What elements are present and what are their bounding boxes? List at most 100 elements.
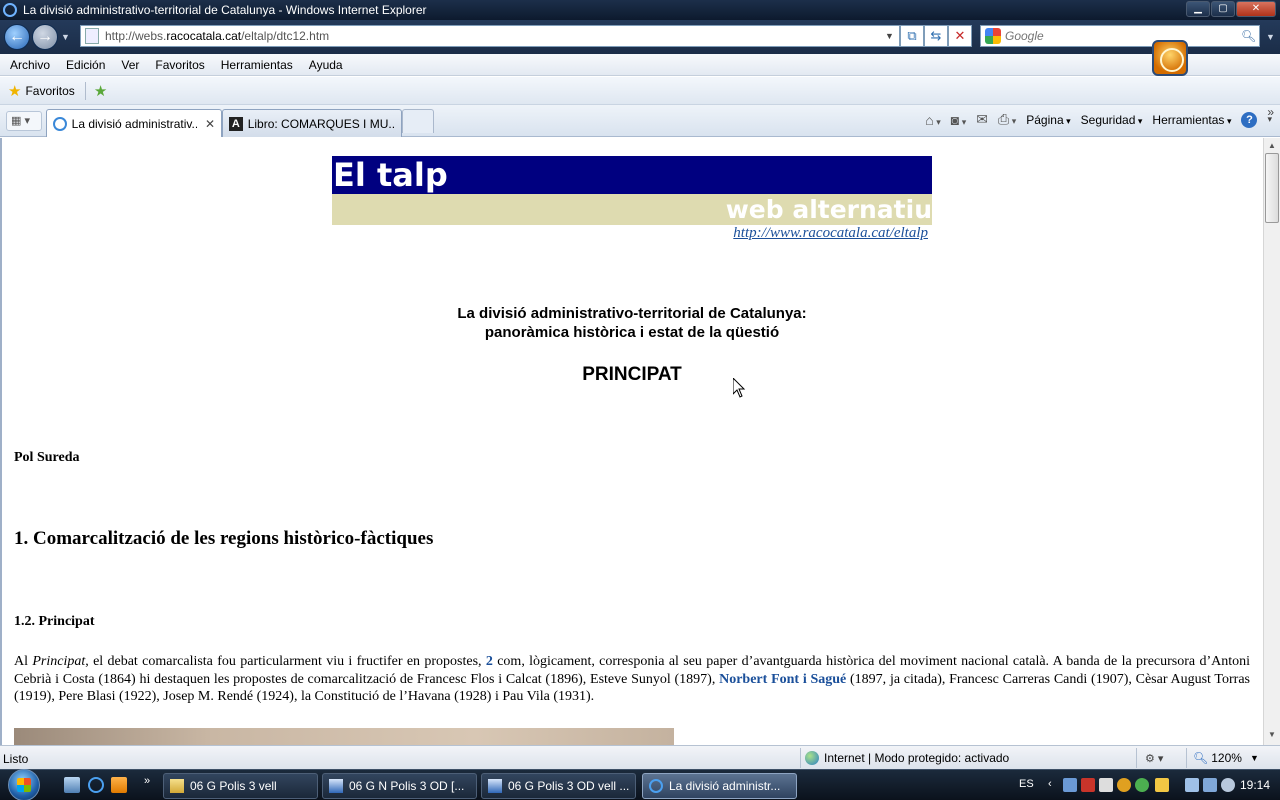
banner-subtitle: web alternatiu [332,194,932,225]
feeds-icon[interactable]: ◙ [951,112,967,128]
heading-1: 1. Comarcalització de les regions històr… [14,528,434,549]
clock[interactable]: 19:14 [1240,778,1270,792]
page-menu[interactable]: Página [1026,113,1070,127]
word-icon [329,779,343,793]
show-hidden-icons-icon[interactable]: ‹ [1048,778,1052,790]
page-image [14,728,674,745]
tray-app-icon[interactable] [1117,778,1131,792]
status-bar: Listo Internet | Modo protegido: activad… [0,745,1280,769]
toolbar-logo-icon [1152,40,1188,76]
paragraph: Al Principat, el debat comarcalista fou … [14,654,1251,704]
tray-app-icon[interactable] [1135,778,1149,792]
menu-edicion[interactable]: Edición [62,58,111,72]
volume-icon[interactable] [1221,778,1235,792]
home-icon[interactable]: ⌂ [925,112,941,128]
back-button[interactable]: ← [4,24,30,50]
ie-icon [649,779,663,793]
tab-row: ▦ ▾ La divisió administrativ... ✕ A Libr… [0,105,1280,137]
network-status-icon[interactable] [1203,778,1217,792]
ie-quicklaunch-icon[interactable] [88,777,104,793]
url-text[interactable]: http://webs.racocatala.cat/eltalp/dtc12.… [105,29,885,43]
zoom-icon: 🔍︎ [1193,751,1209,765]
minimize-button[interactable]: ▁ [1186,1,1210,17]
print-icon[interactable]: ⎙ [998,111,1016,128]
media-player-icon[interactable] [111,777,127,793]
protected-mode-icon[interactable]: ⚙ ▾ [1136,748,1163,768]
close-tab-icon[interactable]: ✕ [205,117,215,131]
read-mail-icon[interactable]: ✉ [976,111,988,128]
zoom-dropdown-icon[interactable]: ▼ [1250,753,1259,763]
menu-ayuda[interactable]: Ayuda [305,58,349,72]
taskbar-item-active[interactable]: La divisió administr... [642,773,797,799]
start-button[interactable] [4,769,44,800]
page-title: La divisió administrativo-territorial de… [332,304,932,342]
taskbar-item[interactable]: 06 G Polis 3 vell [163,773,318,799]
history-dropdown-icon[interactable]: ▼ [61,32,70,42]
quicklaunch-more-icon[interactable]: » [144,775,150,787]
maximize-button[interactable]: ▢ [1211,1,1235,17]
refresh-icon[interactable]: ⇆ [924,25,948,47]
search-input[interactable] [1005,29,1241,43]
window-controls: ▁ ▢ ✕ [1186,1,1276,17]
forward-button[interactable]: → [32,24,58,50]
folder-icon [170,779,184,793]
tray-app-icon[interactable] [1155,778,1169,792]
divider [84,81,86,100]
taskbar-item[interactable]: 06 G Polis 3 OD vell ... [481,773,636,799]
menu-herramientas[interactable]: Herramientas [217,58,299,72]
tools-menu[interactable]: Herramientas [1152,113,1231,127]
network-icon[interactable] [1063,778,1077,792]
page-icon [85,28,99,44]
tab-active[interactable]: La divisió administrativ... ✕ [46,109,222,137]
more-commands-icon[interactable]: » [1267,105,1274,119]
favorites-bar: ★ Favoritos ★ [0,77,1280,105]
address-bar[interactable]: http://webs.racocatala.cat/eltalp/dtc12.… [80,25,900,47]
add-favorite-icon[interactable]: ★ [94,82,107,100]
menu-bar: Archivo Edición Ver Favoritos Herramient… [0,54,1280,76]
power-icon[interactable] [1185,778,1199,792]
ati-icon[interactable] [1081,778,1095,792]
menu-favoritos[interactable]: Favoritos [151,58,210,72]
language-indicator[interactable]: ES [1019,778,1034,790]
menu-ver[interactable]: Ver [117,58,145,72]
stop-icon[interactable]: ✕ [948,25,972,47]
footnote-link[interactable]: 2 [486,654,493,669]
favorites-button[interactable]: Favoritos [25,84,74,98]
command-bar: ⌂ ◙ ✉ ⎙ Página Seguridad Herramientas ? … [925,111,1272,128]
scroll-up-icon[interactable]: ▲ [1266,141,1278,153]
new-tab-button[interactable] [402,109,434,133]
site-link[interactable]: http://www.racocatala.cat/eltalp [602,225,928,242]
close-button[interactable]: ✕ [1236,1,1276,17]
heading-2: 1.2. Principat [14,614,95,629]
window-titlebar: La divisió administrativo-territorial de… [0,0,1280,20]
compatibility-view-icon[interactable]: ⧉ [900,25,924,47]
security-menu[interactable]: Seguridad [1081,113,1143,127]
tab-inactive[interactable]: A Libro: COMARQUES I MU... [222,109,402,137]
taskbar-item-label: 06 G Polis 3 vell [190,779,277,793]
status-text: Listo [3,752,29,766]
person-link[interactable]: Norbert Font i Sagué [719,672,846,687]
vertical-scrollbar[interactable]: ▲ ▼ [1263,138,1280,745]
taskbar-item[interactable]: 06 G N Polis 3 OD [... [322,773,477,799]
windows-logo-icon [17,778,31,792]
menu-archivo[interactable]: Archivo [6,58,56,72]
search-icon[interactable]: 🔍︎ [1241,29,1259,43]
taskbar-item-label: 06 G N Polis 3 OD [... [349,779,465,793]
scroll-down-icon[interactable]: ▼ [1266,730,1278,742]
search-box[interactable]: 🔍︎ [980,25,1260,47]
scroll-thumb[interactable] [1265,153,1279,223]
window-title: La divisió administrativo-territorial de… [23,3,427,17]
show-desktop-icon[interactable] [64,777,80,793]
tray-app-icon[interactable] [1099,778,1113,792]
quick-tabs-button[interactable]: ▦ ▾ [6,111,42,131]
help-icon[interactable]: ? [1241,111,1258,128]
zone-text: Internet | Modo protegido: activado [824,751,1010,765]
security-zone[interactable]: Internet | Modo protegido: activado [800,748,1009,768]
ie-icon [3,3,17,17]
tab-label: La divisió administrativ... [71,116,197,131]
zoom-control[interactable]: 🔍︎ 120% ▼ [1186,748,1259,768]
favorites-star-icon[interactable]: ★ [8,82,21,100]
address-dropdown-icon[interactable]: ▼ [885,31,899,41]
search-options-dropdown-icon[interactable]: ▼ [1266,32,1275,42]
title-line-2: panoràmica històrica i estat de la qüest… [484,324,780,341]
